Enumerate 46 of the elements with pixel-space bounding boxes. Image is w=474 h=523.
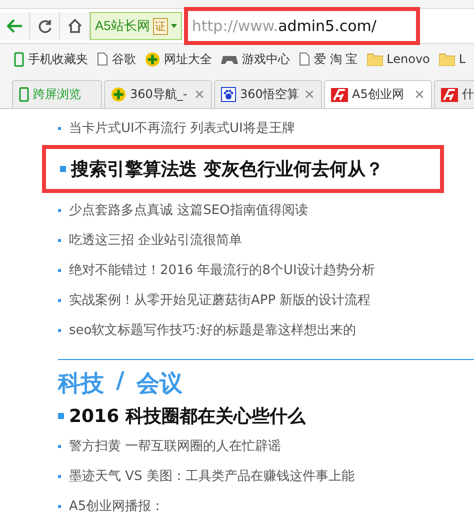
caret-icon [170,24,177,28]
address-field[interactable]: http://www.admin5.com/ [184,7,420,45]
browser-tab[interactable]: 360导航_- ✕ [104,80,212,108]
bookmark-link[interactable]: 谷歌 [97,50,136,68]
refresh-icon [38,19,52,33]
browser-tab[interactable]: 什 [434,80,474,108]
article-link[interactable]: 实战案例！从零开始见证蘑菇街APP 新版的设计流程 [69,291,371,309]
bookmark-link[interactable]: 手机收藏夹 [14,50,88,68]
back-button[interactable] [0,12,30,40]
plus-icon [111,87,126,102]
back-arrow-icon [6,19,22,33]
bookmark-link[interactable]: Lenovo [366,52,430,66]
home-icon [68,19,82,33]
close-button[interactable]: ✕ [414,87,425,102]
home-button[interactable] [60,12,90,40]
bookmark-link[interactable]: L [438,52,466,66]
browser-tab[interactable]: 360悟空算 ✕ [214,80,322,108]
section-separator: / [116,368,124,396]
bookmark-link[interactable]: 爱 淘 宝 [299,50,358,68]
article-link[interactable]: 吃透这三招 企业站引流很简单 [69,231,242,249]
site-identity-button[interactable]: A5站长网 证 [90,12,182,40]
plus-icon [145,52,160,66]
bookmark-link[interactable]: 网址大全 [145,50,212,68]
article-link[interactable]: 当卡片式UI不再流行 列表式UI将是王牌 [69,119,295,137]
phone-icon [19,87,29,102]
section-subtitle: 会议 [136,370,182,399]
article-link[interactable]: A5创业网播报： [69,497,164,515]
logo-icon [441,88,458,102]
article-link[interactable]: 搜索引擎算法迭 变灰色行业何去何从？ [71,157,384,181]
phone-icon [14,52,24,66]
article-link[interactable]: 绝对不能错过！2016 年最流行的8个UI设计趋势分析 [69,261,375,279]
article-link[interactable]: 少点套路多点真诚 这篇SEO指南值得阅读 [69,201,308,219]
article-link[interactable]: 2016 科技圈都在关心些什么 [69,404,306,428]
browser-tab[interactable]: A5创业网 ✕ [324,80,432,108]
folder-icon [366,52,383,66]
article-link[interactable]: seo软文标题写作技巧:好的标题是靠这样想出来的 [69,321,356,339]
page-icon [299,52,310,66]
folder-icon [438,52,455,66]
refresh-button[interactable] [30,12,60,40]
bookmark-link[interactable]: 游戏中心 [221,50,290,68]
page-icon [97,52,108,66]
section-title: 科技 [58,370,104,399]
article-link[interactable]: 警方扫黄 一帮互联网圈的人在忙辟谣 [69,437,282,455]
paw-icon [221,87,236,102]
article-link[interactable]: 墨迹天气 VS 美图：工具类产品在赚钱这件事上能 [69,467,354,485]
logo-icon [331,88,348,102]
